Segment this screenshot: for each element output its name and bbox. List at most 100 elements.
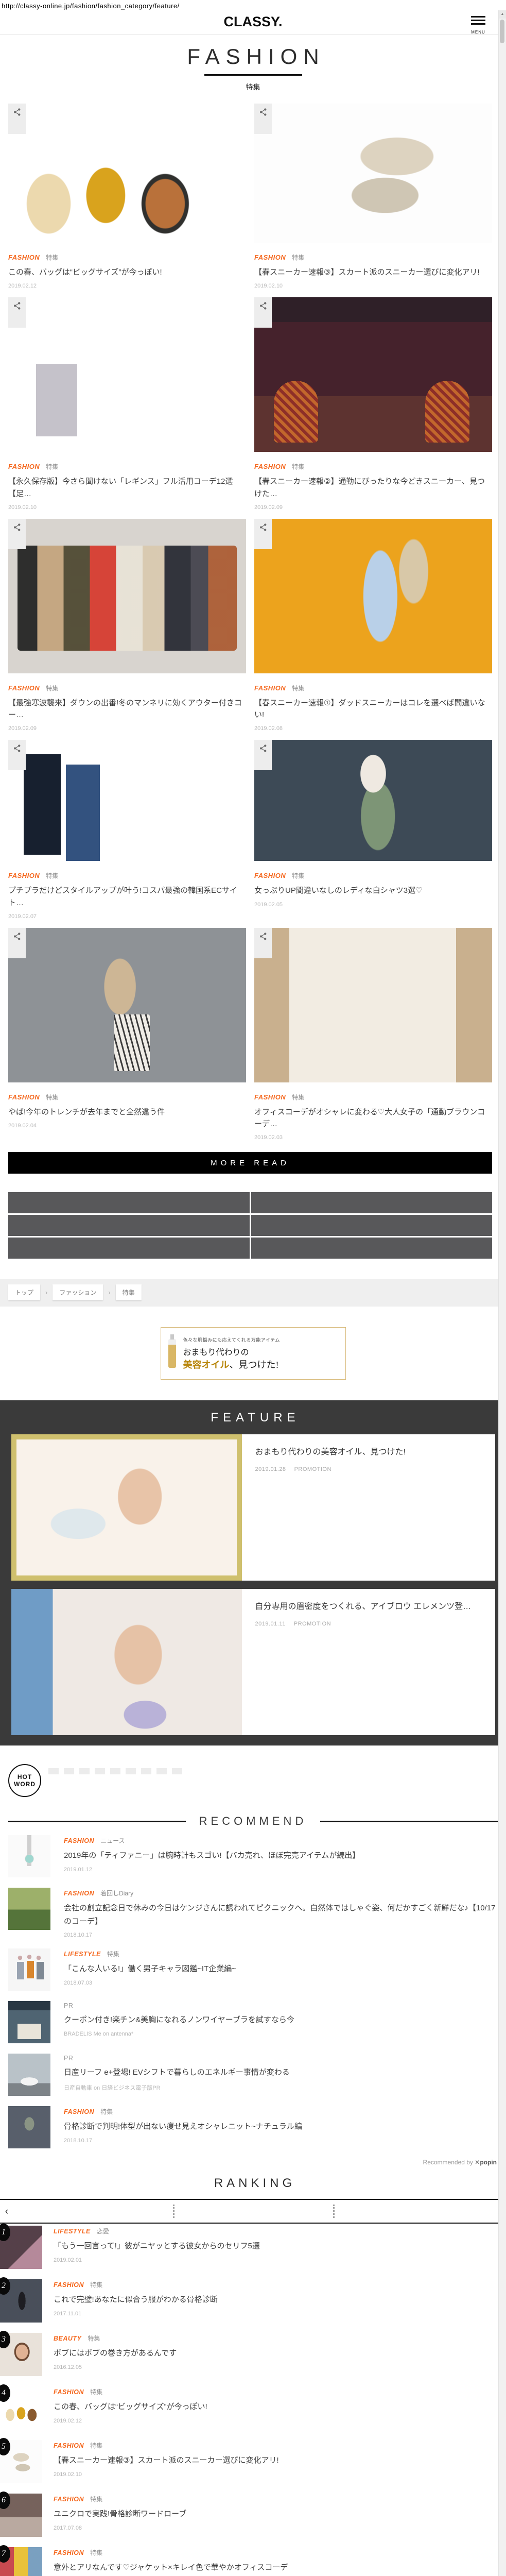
article-image[interactable] [8, 104, 246, 243]
subcategory-label[interactable]: 特集 [90, 2495, 102, 2503]
article-title[interactable]: 女っぷりUP間違いなしのレディな白シャツ3選♡ [254, 885, 492, 896]
article-title[interactable]: やば!今年のトレンチが去年までと全然違う件 [8, 1106, 246, 1118]
article-card[interactable]: FASHION 特集 【永久保存版】今さら聞けない「レギンス」フル活用コーデ12… [8, 297, 246, 511]
article-image[interactable] [8, 518, 246, 673]
article-image[interactable] [254, 297, 492, 452]
article-card[interactable]: FASHION 特集 【春スニーカー速報③】スカート派のスニーカー選びに変化アリ… [254, 104, 492, 289]
article-thumbnail[interactable]: 7 [0, 2545, 42, 2576]
subcategory-label[interactable]: 特集 [90, 2387, 102, 2396]
article-title[interactable]: プチプラだけどスタイルアップが叶う!コスパ最強の韓国系ECサイト… [8, 885, 246, 909]
ranking-item[interactable]: 5 FASHION 特集 【春スニーカー速報③】スカート派のスニーカー選びに変化… [0, 2438, 506, 2484]
article-title[interactable]: 【春スニーカー速報②】通勤にぴったりな今どきスニーカー、見つけた… [254, 476, 492, 500]
hot-word-tag[interactable] [79, 1768, 90, 1775]
category-label[interactable]: FASHION [8, 872, 40, 879]
category-label[interactable]: FASHION [64, 1890, 94, 1897]
subcategory-label[interactable]: 特集 [46, 871, 58, 880]
article-title[interactable]: 骨格診断で判明!体型が出ない痩せ見えオシャレニット~ナチュラル編 [64, 2120, 498, 2133]
category-label[interactable]: FASHION [54, 2549, 84, 2556]
article-title[interactable]: 2019年の「ティファニー」は腕時計もスゴい!【バカ売れ、ほぼ完売アイテムが続出… [64, 1849, 498, 1862]
article-title[interactable]: ユニクロで実践!骨格診断ワードローブ [54, 2507, 491, 2521]
scroll-up-arrow-icon[interactable]: ▲ [499, 10, 506, 19]
feature-title[interactable]: 自分専用の眉密度をつくれる、アイブロウ エレメンツ登… [255, 1600, 482, 1614]
scrollbar[interactable]: ▲ [498, 10, 506, 2576]
share-button[interactable] [8, 518, 26, 549]
hot-word-tag[interactable] [48, 1768, 59, 1775]
category-label[interactable]: FASHION [8, 463, 40, 470]
feature-image[interactable] [11, 1589, 242, 1736]
article-title[interactable]: この春、バッグは“ビッグサイズ”が今っぽい! [54, 2400, 491, 2414]
subcategory-label[interactable]: 特集 [46, 462, 58, 471]
subcategory-label[interactable]: 特集 [292, 1093, 304, 1101]
article-title[interactable]: 「もう一回言って!」彼がニヤッとする彼女からのセリフ5選 [54, 2240, 491, 2253]
share-button[interactable] [8, 297, 26, 328]
subcategory-label[interactable]: 特集 [107, 1950, 119, 1958]
hot-word-tag[interactable] [64, 1768, 74, 1775]
subcategory-label[interactable]: 特集 [46, 253, 58, 262]
share-button[interactable] [254, 518, 272, 549]
hot-word-tag[interactable] [126, 1768, 136, 1775]
article-title[interactable]: 【春スニーカー速報①】ダッドスニーカーはコレを選べば間違いない! [254, 697, 492, 721]
article-image[interactable] [254, 740, 492, 861]
category-label[interactable]: LIFESTYLE [54, 2228, 91, 2235]
article-thumbnail[interactable] [8, 1835, 50, 1878]
category-label[interactable]: FASHION [64, 1837, 94, 1844]
list-item[interactable]: FASHION 着回しDiary 会社の創立記念日で休みの今日はケンジさんに誘わ… [8, 1888, 498, 1938]
category-label[interactable]: FASHION [254, 1093, 286, 1101]
article-image[interactable] [8, 740, 246, 861]
hot-word-tag[interactable] [95, 1768, 105, 1775]
ranking-item[interactable]: 7 FASHION 特集 意外とアリなんです♡ジャケット×キレイ色で華やかオフィ… [0, 2545, 506, 2576]
article-image[interactable] [8, 927, 246, 1082]
category-label[interactable]: BEAUTY [54, 2335, 81, 2342]
article-thumbnail[interactable]: 5 [0, 2438, 42, 2484]
article-card[interactable]: FASHION 特集 【春スニーカー速報①】ダッドスニーカーはコレを選べば間違い… [254, 518, 492, 732]
subcategory-label[interactable]: 特集 [292, 684, 304, 692]
breadcrumb-item[interactable]: ファッション [53, 1284, 103, 1301]
article-title[interactable]: これで完璧!あなたに似合う服がわかる骨格診断 [54, 2293, 491, 2307]
subcategory-label[interactable]: ニュース [100, 1836, 125, 1845]
list-item[interactable]: FASHION 特集 骨格診断で判明!体型が出ない痩せ見えオシャレニット~ナチュ… [8, 2106, 498, 2149]
subcategory-label[interactable]: 特集 [292, 462, 304, 471]
category-button[interactable] [8, 1215, 250, 1236]
ad-banner[interactable]: 色々な肌悩みにも応えてくれる万能アイテム おまもり代わりの 美容オイル、見つけた… [160, 1327, 346, 1380]
category-button[interactable] [251, 1238, 492, 1259]
article-image[interactable] [254, 518, 492, 673]
article-title[interactable]: 【春スニーカー速報③】スカート派のスニーカー選びに変化アリ! [254, 266, 492, 278]
category-label[interactable]: LIFESTYLE [64, 1951, 101, 1958]
article-thumbnail[interactable] [8, 2001, 50, 2044]
category-button[interactable] [251, 1215, 492, 1236]
category-label[interactable]: FASHION [254, 253, 286, 261]
list-item[interactable]: LIFESTYLE 特集 「こんな人いる!」働く男子キャラ図鑑~IT企業編~ 2… [8, 1948, 498, 1991]
article-image[interactable] [254, 927, 492, 1082]
article-title[interactable]: 【最強寒波襲来】ダウンの出番!冬のマンネリに効くアウター付きコー… [8, 697, 246, 721]
article-title[interactable]: この春、バッグは“ビッグサイズ”が今っぽい! [8, 266, 246, 278]
category-label[interactable]: FASHION [8, 684, 40, 692]
share-button[interactable] [8, 927, 26, 958]
ranking-item[interactable]: 6 FASHION 特集 ユニクロで実践!骨格診断ワードローブ 2017.07.… [0, 2492, 506, 2537]
subcategory-label[interactable]: 特集 [88, 2334, 100, 2343]
subcategory-label[interactable]: 特集 [292, 253, 304, 262]
article-title[interactable]: 日産リーフ e+登場! EVシフトで暮らしのエネルギー事情が変わる [64, 2066, 498, 2079]
category-button[interactable] [8, 1192, 250, 1214]
subcategory-label[interactable]: 特集 [292, 871, 304, 880]
more-read-button[interactable]: MORE READ [8, 1152, 492, 1174]
hot-word-tag[interactable] [172, 1768, 182, 1775]
category-label[interactable]: FASHION [254, 684, 286, 692]
subcategory-label[interactable]: 特集 [90, 2441, 102, 2450]
share-button[interactable] [254, 104, 272, 134]
article-thumbnail[interactable] [8, 2054, 50, 2096]
list-item[interactable]: FASHION ニュース 2019年の「ティファニー」は腕時計もスゴい!【バカ売… [8, 1835, 498, 1878]
breadcrumb-item[interactable]: トップ [8, 1284, 41, 1301]
category-button[interactable] [251, 1192, 492, 1214]
article-title[interactable]: 「こんな人いる!」働く男子キャラ図鑑~IT企業編~ [64, 1962, 498, 1976]
article-thumbnail[interactable] [8, 1948, 50, 1991]
article-card[interactable]: FASHION 特集 【最強寒波襲来】ダウンの出番!冬のマンネリに効くアウター付… [8, 518, 246, 732]
list-item[interactable]: PR クーポン付き!楽チン&美胸になれるノンワイヤーブラを試すなら今 BRADE… [8, 2001, 498, 2044]
category-label[interactable]: FASHION [254, 872, 286, 879]
feature-card[interactable]: 自分専用の眉密度をつくれる、アイブロウ エレメンツ登… 2019.01.11 P… [11, 1589, 495, 1736]
article-image[interactable] [254, 104, 492, 243]
category-label[interactable]: FASHION [8, 1093, 40, 1101]
hot-word-tag[interactable] [110, 1768, 120, 1775]
hot-word-tag[interactable] [156, 1768, 167, 1775]
share-button[interactable] [8, 104, 26, 134]
menu-button[interactable]: MENU [470, 14, 486, 36]
